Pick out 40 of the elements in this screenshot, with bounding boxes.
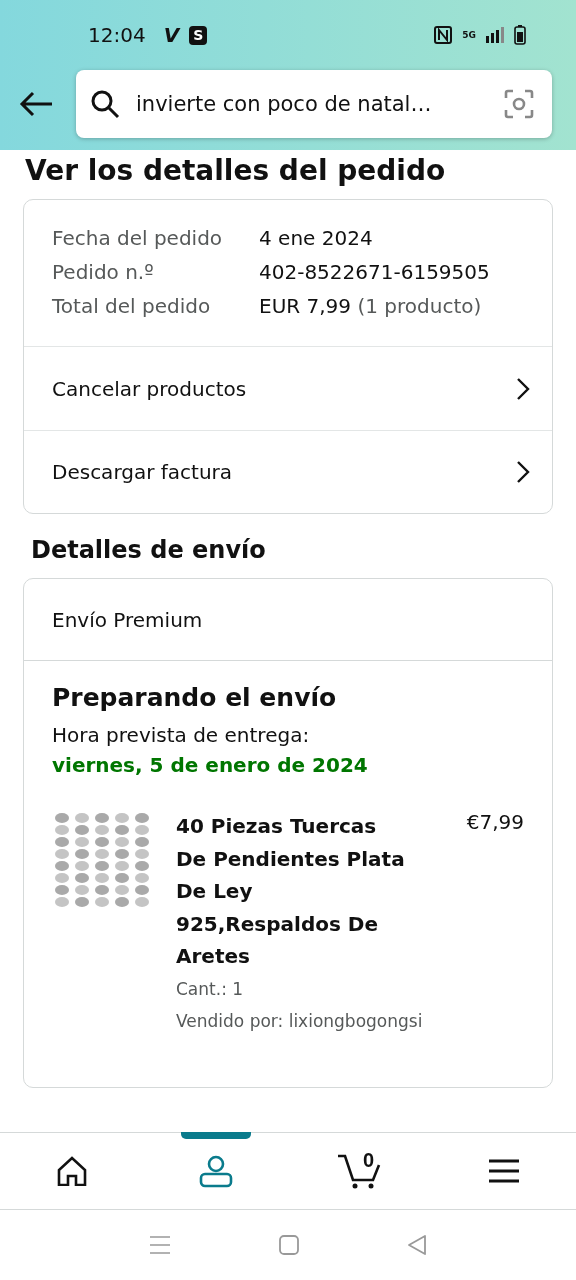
recents-icon[interactable] (149, 1235, 171, 1255)
app-badge: S (189, 25, 208, 45)
quantity: Cant.: 1 (176, 977, 245, 1001)
app-letter: V (163, 23, 180, 47)
network-label: 5G (462, 30, 476, 40)
field-value: 402-8522671-6159505 (259, 259, 491, 286)
status-time: 12:04 (88, 23, 146, 47)
chevron-right-icon (516, 460, 530, 484)
action-row[interactable]: Cancelar productos (24, 347, 552, 430)
nfc-icon (434, 26, 453, 44)
product-title[interactable]: 40 Piezas Tuercas De Pendientes Plata De Ley 925,Respaldos De Aretes (176, 810, 411, 973)
search-icon (90, 89, 120, 119)
field-label: Pedido n.º (52, 259, 155, 286)
active-indicator (181, 1132, 251, 1139)
delivery-label: Hora prevista de entrega: (52, 722, 311, 749)
shipment-status: Preparando el envío (52, 683, 338, 712)
delivery-date: viernes, 5 de enero de 2024 (52, 752, 369, 779)
page-title: Ver los detalles del pedido (25, 154, 447, 187)
cart-tab[interactable]: 0 (288, 1133, 432, 1209)
field-value: 4 ene 2024 (259, 225, 374, 252)
cart-icon (337, 1153, 383, 1189)
section-title: Detalles de envío (31, 536, 267, 564)
menu-icon (488, 1159, 520, 1183)
cart-count: 0 (362, 1149, 374, 1172)
camera-icon[interactable] (504, 89, 534, 119)
field-label: Fecha del pedido (52, 225, 224, 252)
action-row[interactable]: Descargar factura (24, 430, 552, 513)
seller: Vendido por: lixiongbogongsi (176, 1009, 424, 1033)
product-price: €7,99 (466, 810, 524, 836)
battery-icon (514, 25, 526, 45)
person-icon (199, 1154, 233, 1188)
field-value: EUR 7,99 (1 producto) (259, 293, 483, 320)
back-triangle-icon[interactable] (407, 1234, 427, 1256)
field-label: Total del pedido (52, 293, 212, 320)
home-icon (56, 1156, 88, 1186)
shipping-method: Envío Premium (24, 579, 552, 661)
search-field[interactable]: invierte con poco de natal… (76, 70, 552, 138)
home-button-icon[interactable] (279, 1235, 299, 1255)
chevron-right-icon (516, 376, 530, 401)
signal-icon (486, 27, 504, 43)
